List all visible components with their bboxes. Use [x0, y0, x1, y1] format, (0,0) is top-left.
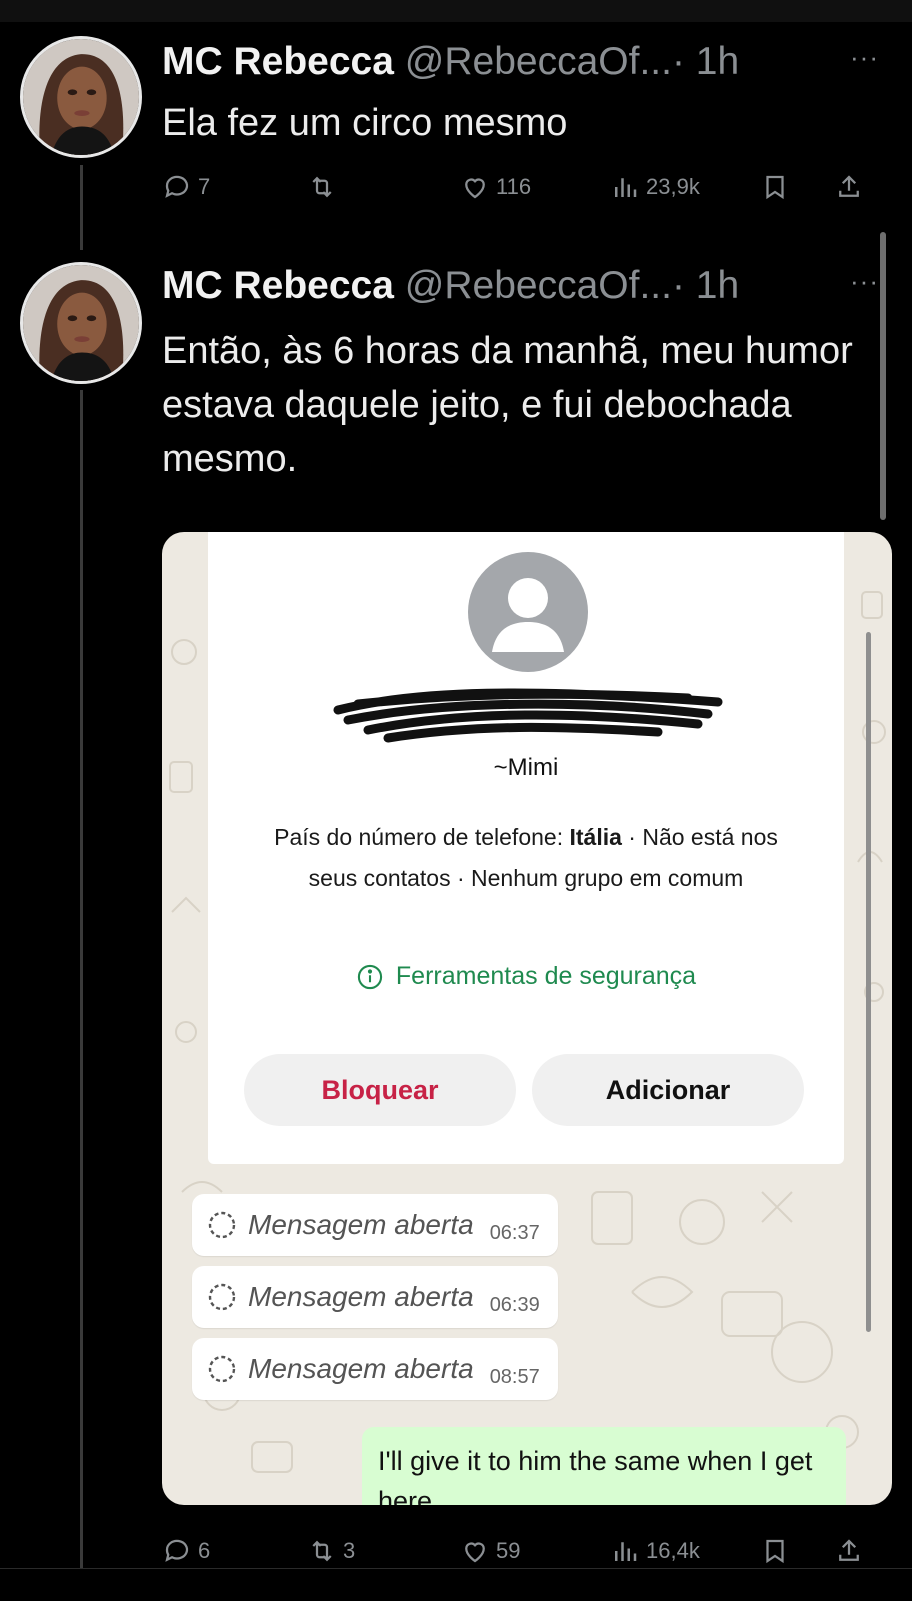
share-icon: [839, 175, 859, 197]
reply-button[interactable]: 6: [162, 1536, 210, 1566]
message-text: Mensagem aberta: [248, 1209, 474, 1240]
tweet-media-image[interactable]: ~Mimi País do número de telefone: Itália…: [162, 532, 892, 1505]
tweet-header: MC Rebecca @RebeccaOf...· 1h: [162, 264, 739, 308]
author-name[interactable]: MC Rebecca: [162, 264, 394, 307]
default-avatar-icon: [468, 552, 588, 672]
message-bubble[interactable]: Mensagem aberta 08:57: [192, 1338, 558, 1400]
like-icon: [465, 178, 485, 199]
avatar[interactable]: [20, 262, 142, 384]
retweet-count: 3: [343, 1538, 356, 1563]
bookmark-icon: [766, 1539, 784, 1564]
message-text: Mensagem aberta: [248, 1353, 474, 1384]
views-count: 23,9k: [646, 174, 700, 199]
info-icon: [357, 964, 383, 989]
block-button[interactable]: Bloquear: [244, 1054, 516, 1126]
message-time: 08:57: [489, 1365, 540, 1388]
like-count: 59: [496, 1538, 521, 1563]
reply-icon: [165, 1539, 189, 1562]
thread-line: [80, 165, 83, 250]
contact-name: ~Mimi: [493, 754, 559, 781]
phone-country-label: País do número de telefone:: [274, 824, 570, 850]
views-icon: [615, 178, 637, 197]
reply-count: 7: [198, 174, 211, 199]
author-name[interactable]: MC Rebecca: [162, 40, 394, 83]
message-time: 06:37: [489, 1221, 540, 1244]
bookmark-button[interactable]: [760, 172, 790, 202]
reply-count: 6: [198, 1538, 211, 1563]
share-button[interactable]: [834, 172, 864, 202]
bookmark-button[interactable]: [760, 1536, 790, 1566]
bookmark-icon: [766, 175, 784, 200]
like-button[interactable]: 116: [460, 172, 531, 202]
tweet-time[interactable]: · 1h: [672, 40, 739, 83]
thread-line: [80, 390, 83, 1570]
message-bubble[interactable]: Mensagem aberta 06:37: [192, 1194, 558, 1256]
safety-tools-link[interactable]: Ferramentas de segurança: [208, 962, 844, 991]
phone-country: Itália: [569, 824, 622, 850]
tweet-actions: 7 116 23,9k: [162, 172, 882, 212]
avatar[interactable]: [20, 36, 142, 158]
add-contact-button[interactable]: Adicionar: [532, 1054, 804, 1126]
safety-tools-label: Ferramentas de segurança: [395, 962, 697, 990]
reply-button[interactable]: 7: [162, 172, 210, 202]
views-button[interactable]: 16,4k: [610, 1536, 700, 1566]
share-button[interactable]: [834, 1536, 864, 1566]
views-button[interactable]: 23,9k: [610, 172, 700, 202]
retweet-button[interactable]: [307, 172, 343, 202]
redacted-phone-number: [333, 688, 723, 743]
share-icon: [839, 1539, 859, 1561]
contact-info-card: ~Mimi País do número de telefone: Itália…: [208, 532, 844, 1164]
tweet-time[interactable]: · 1h: [672, 264, 739, 307]
message-bubble[interactable]: Mensagem aberta 06:39: [192, 1266, 558, 1328]
contact-details: País do número de telefone: Itália · Não…: [248, 817, 804, 899]
views-count: 16,4k: [646, 1538, 700, 1563]
message-text: Mensagem aberta: [248, 1281, 474, 1312]
views-icon: [615, 1542, 637, 1561]
like-count: 116: [496, 174, 532, 199]
tweet-text: Ela fez um circo mesmo: [162, 102, 568, 144]
chat-scrollbar[interactable]: [866, 632, 871, 1332]
more-options-icon[interactable]: ···: [850, 42, 879, 73]
loading-icon: [208, 1211, 236, 1239]
author-handle[interactable]: @RebeccaOf...: [405, 264, 672, 307]
tweet-text: Então, às 6 horas da manhã, meu humor es…: [162, 330, 853, 480]
retweet-icon: [312, 176, 332, 198]
like-button[interactable]: 59: [460, 1536, 520, 1566]
more-options-icon[interactable]: ···: [850, 266, 879, 297]
like-icon: [465, 1542, 485, 1563]
loading-icon: [208, 1355, 236, 1383]
top-bar: [0, 0, 912, 22]
outgoing-message[interactable]: I'll give it to him the same when I get …: [362, 1427, 846, 1505]
retweet-button[interactable]: 3: [307, 1536, 355, 1566]
tweet-header: MC Rebecca @RebeccaOf...· 1h: [162, 40, 739, 84]
message-time: 06:39: [489, 1293, 540, 1316]
bottom-bar: [0, 1568, 912, 1601]
retweet-icon: [312, 1540, 332, 1562]
reply-icon: [165, 175, 189, 198]
loading-icon: [208, 1283, 236, 1311]
author-handle[interactable]: @RebeccaOf...: [405, 40, 672, 83]
